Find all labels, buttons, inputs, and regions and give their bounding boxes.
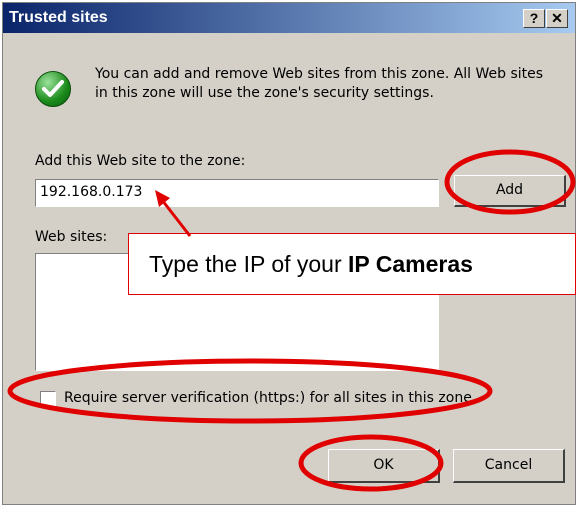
add-button-highlight-ellipse [444, 149, 576, 215]
ok-button-highlight-ellipse [298, 434, 444, 492]
checkbox-highlight-ellipse [7, 358, 493, 424]
pointer-arrow [155, 190, 192, 237]
annotation-overlay [7, 149, 576, 492]
